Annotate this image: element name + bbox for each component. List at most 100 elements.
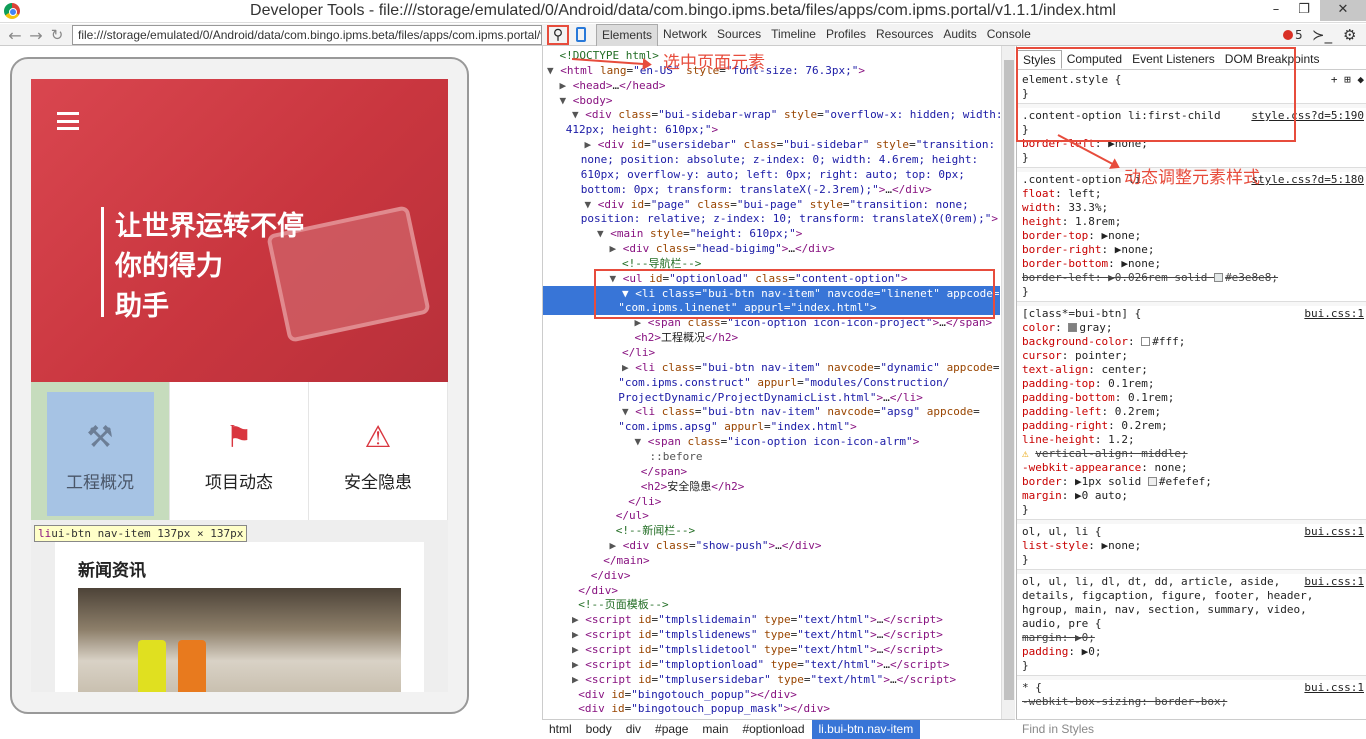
dom-node[interactable]: <!--新闻栏--> xyxy=(543,523,1000,538)
dom-node[interactable]: bottom: 0px; transform: translateX(-2.3r… xyxy=(543,182,1000,197)
news-card[interactable]: 新闻资讯 xyxy=(55,542,424,692)
dom-node[interactable]: ▶ <script id="tmplslidenews" type="text/… xyxy=(543,627,1000,642)
tab-sources[interactable]: Sources xyxy=(712,24,766,46)
dom-node[interactable]: ▼ <div id="page" class="bui-page" style=… xyxy=(543,197,1000,212)
dom-node[interactable]: </li> xyxy=(543,345,1000,360)
nav-item-project-dynamic[interactable]: ⚑ 项目动态 xyxy=(170,382,309,520)
style-line[interactable]: line-height: 1.2; xyxy=(1017,433,1366,447)
dom-node[interactable]: ▼ <li class="bui-btn nav-item" navcode="… xyxy=(543,404,1000,419)
style-line[interactable]: padding-bottom: 0.1rem; xyxy=(1017,391,1366,405)
rule-source-link[interactable]: bui.css:1 xyxy=(1304,307,1364,321)
dom-node[interactable]: 412px; height: 610px;"> xyxy=(543,122,1000,137)
dom-node[interactable]: <h2>工程概况</h2> xyxy=(543,330,1000,345)
dom-node[interactable]: "com.ipms.apsg" appurl="index.html"> xyxy=(543,419,1000,434)
dom-node[interactable]: 610px; overflow-y: auto; left: 0px; righ… xyxy=(543,167,1000,182)
expand-triangle-icon[interactable]: ▼ xyxy=(635,435,648,448)
tab-profiles[interactable]: Profiles xyxy=(821,24,871,46)
dom-node[interactable]: ▶ <div class="show-push">…</div> xyxy=(543,538,1000,553)
dom-node[interactable]: ▼ <span class="icon-option icon-icon-alr… xyxy=(543,434,1000,449)
dom-node[interactable]: </div> xyxy=(543,583,1000,598)
dom-node[interactable]: <h2>安全隐患</h2> xyxy=(543,479,1000,494)
dom-node[interactable]: </div> xyxy=(543,568,1000,583)
dom-node[interactable]: </li> xyxy=(543,494,1000,509)
expand-triangle-icon[interactable]: ▶ xyxy=(585,138,598,151)
dom-node[interactable]: ProjectDynamic/ProjectDynamicList.html">… xyxy=(543,390,1000,405)
style-line[interactable]: height: 1.8rem; xyxy=(1017,215,1366,229)
style-line[interactable]: [class*=bui-btn] {bui.css:1 xyxy=(1017,307,1366,321)
breadcrumb-item[interactable]: #optionload xyxy=(735,720,811,739)
dom-node[interactable]: ▶ <div class="head-bigimg">…</div> xyxy=(543,241,1000,256)
style-line[interactable]: border: ▶1px solid #efefef; xyxy=(1017,475,1366,489)
rule-source-link[interactable]: bui.css:1 xyxy=(1304,681,1364,695)
style-line[interactable]: background-color: #fff; xyxy=(1017,335,1366,349)
reload-icon[interactable]: ↻ xyxy=(48,26,66,44)
gear-icon[interactable]: ⚙ xyxy=(1343,26,1356,44)
expand-triangle-icon[interactable]: ▶ xyxy=(572,613,585,626)
style-line[interactable]: float: left; xyxy=(1017,187,1366,201)
dom-node[interactable]: </main> xyxy=(543,553,1000,568)
style-line[interactable]: cursor: pointer; xyxy=(1017,349,1366,363)
expand-triangle-icon[interactable]: ▶ xyxy=(572,628,585,641)
expand-triangle-icon[interactable]: ▶ xyxy=(622,361,635,374)
dom-node[interactable]: </span> xyxy=(543,464,1000,479)
expand-triangle-icon[interactable]: ▶ xyxy=(560,79,573,92)
style-line[interactable]: border-left: ▶0.026rem solid #e3e8e8; xyxy=(1017,271,1366,285)
style-line[interactable]: margin: ▶0; xyxy=(1017,631,1366,645)
breadcrumb-item[interactable]: html xyxy=(542,720,579,739)
style-line[interactable]: -webkit-appearance: none; xyxy=(1017,461,1366,475)
style-line[interactable]: } xyxy=(1017,659,1366,673)
scrollbar-thumb[interactable] xyxy=(1004,60,1014,700)
dom-node[interactable]: ▶ <script id="tmplslidetool" type="text/… xyxy=(543,642,1000,657)
dom-node[interactable]: </ul> xyxy=(543,508,1000,523)
style-line[interactable]: padding: ▶0; xyxy=(1017,645,1366,659)
style-line[interactable]: audio, pre { xyxy=(1017,617,1366,631)
dom-node[interactable]: ▼ <html lang="en-US" style="font-size: 7… xyxy=(543,63,1000,78)
dom-node[interactable]: ::before xyxy=(543,449,1000,464)
dom-node[interactable]: ▼ <body> xyxy=(543,93,1000,108)
style-line[interactable]: } xyxy=(1017,553,1366,567)
style-line[interactable]: ol, ul, li {bui.css:1 xyxy=(1017,525,1366,539)
dom-node[interactable]: ▶ <script id="tmplslidemain" type="text/… xyxy=(543,612,1000,627)
tab-resources[interactable]: Resources xyxy=(871,24,938,46)
style-line[interactable]: } xyxy=(1017,503,1366,517)
rule-source-link[interactable]: bui.css:1 xyxy=(1304,575,1364,589)
expand-triangle-icon[interactable]: ▼ xyxy=(560,94,573,107)
style-line[interactable]: border-right: ▶none; xyxy=(1017,243,1366,257)
style-line[interactable]: border-top: ▶none; xyxy=(1017,229,1366,243)
close-button[interactable]: ✕ xyxy=(1320,0,1366,21)
style-line[interactable]: width: 33.3%; xyxy=(1017,201,1366,215)
dom-node[interactable]: <div id="bingotouch_popup_mask"></div> xyxy=(543,701,1000,716)
breadcrumb-item[interactable]: li.bui-btn.nav-item xyxy=(811,720,921,739)
expand-triangle-icon[interactable]: ▶ xyxy=(610,539,623,552)
dom-node[interactable]: none; position: absolute; z-index: 0; wi… xyxy=(543,152,1000,167)
dom-node[interactable]: ▶ <div id="usersidebar" class="bui-sideb… xyxy=(543,137,1000,152)
style-line[interactable]: ol, ul, li, dl, dt, dd, article, aside, b… xyxy=(1017,575,1366,589)
expand-triangle-icon[interactable]: ▶ xyxy=(572,673,585,686)
style-line[interactable]: padding-right: 0.2rem; xyxy=(1017,419,1366,433)
style-line[interactable]: padding-left: 0.2rem; xyxy=(1017,405,1366,419)
style-line[interactable]: } xyxy=(1017,285,1366,299)
dom-node[interactable]: "com.ipms.construct" appurl="modules/Con… xyxy=(543,375,1000,390)
dom-node[interactable]: ▶ <head>…</head> xyxy=(543,78,1000,93)
minimize-button[interactable]: – xyxy=(1262,0,1290,21)
style-line[interactable]: ⚠ vertical-align: middle; xyxy=(1017,447,1366,461)
new-rule-icons[interactable]: + ⊞ ◆ xyxy=(1331,73,1364,87)
maximize-button[interactable]: ❐ xyxy=(1290,0,1318,21)
hamburger-menu-icon[interactable] xyxy=(57,112,79,130)
tab-network[interactable]: Network xyxy=(658,24,712,46)
error-badge[interactable]: 5 xyxy=(1283,28,1303,42)
dom-node[interactable]: ▼ <div class="bui-sidebar-wrap" style="o… xyxy=(543,107,1000,122)
expand-triangle-icon[interactable]: ▼ xyxy=(547,64,560,77)
expand-triangle-icon[interactable]: ▼ xyxy=(585,198,598,211)
breadcrumb-item[interactable]: #page xyxy=(648,720,695,739)
console-drawer-icon[interactable]: ≻_ xyxy=(1312,26,1332,44)
forward-arrow-icon[interactable]: → xyxy=(27,26,45,45)
expand-triangle-icon[interactable]: ▼ xyxy=(622,405,635,418)
nav-item-project-overview[interactable]: ⚒ 工程概况 xyxy=(31,382,170,520)
url-input[interactable]: file:///storage/emulated/0/Android/data/… xyxy=(72,25,542,45)
expand-triangle-icon[interactable]: ▼ xyxy=(597,227,610,240)
expand-triangle-icon[interactable]: ▼ xyxy=(572,108,585,121)
style-line[interactable]: -webkit-box-sizing: border-box; xyxy=(1017,695,1366,709)
breadcrumb-item[interactable]: body xyxy=(579,720,619,739)
expand-triangle-icon[interactable]: ▶ xyxy=(572,658,585,671)
